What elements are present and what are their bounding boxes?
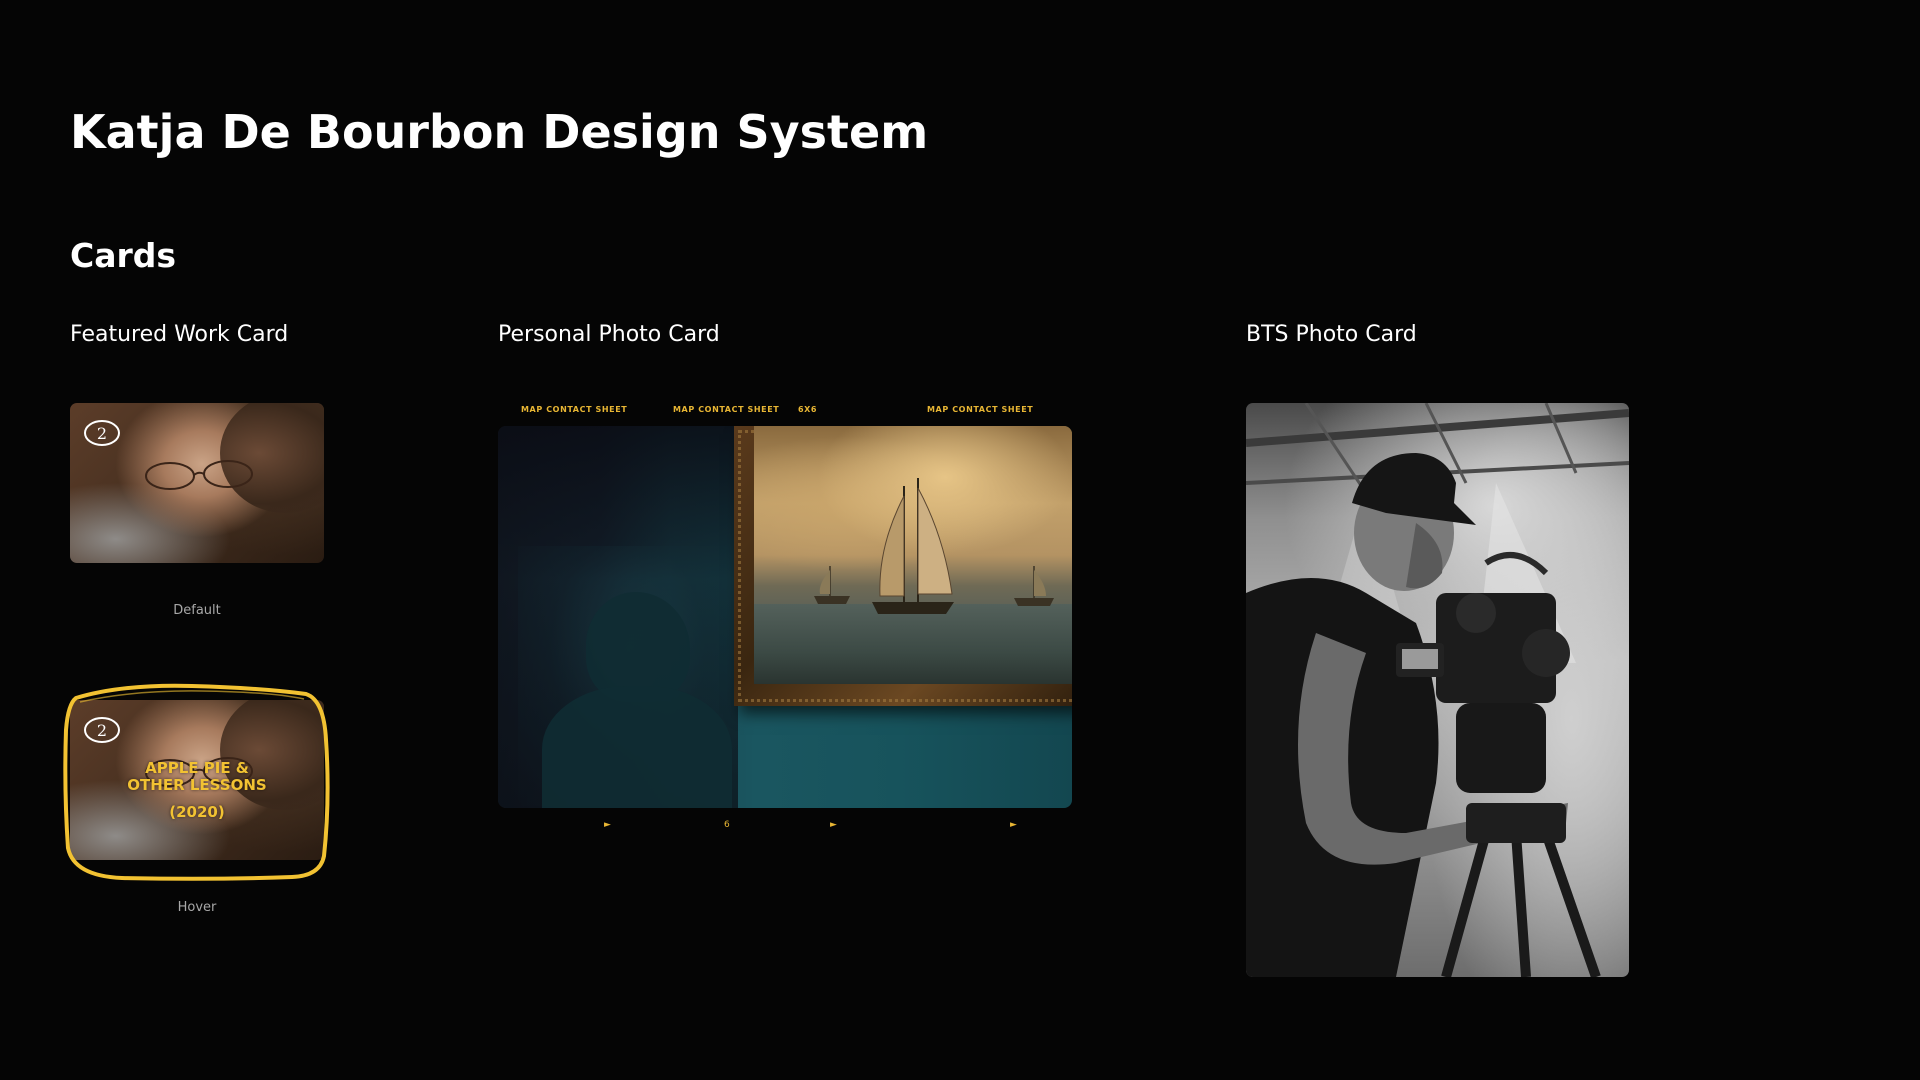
film-arrow-mark-1: ► (604, 820, 611, 830)
section-title-cards: Cards (70, 236, 177, 275)
silhouette-body (542, 686, 732, 808)
film-label-3: MAP CONTACT SHEET (927, 405, 1034, 414)
page-title: Katja De Bourbon Design System (70, 105, 929, 159)
state-label-default: Default (173, 603, 221, 618)
number-badge-icon: 2 (84, 420, 120, 446)
film-label-2: MAP CONTACT SHEET (673, 405, 780, 414)
ship-painting (754, 426, 1072, 684)
film-label-1: MAP CONTACT SHEET (521, 405, 628, 414)
featured-work-card-default[interactable]: 2 (70, 403, 324, 563)
personal-photo-card[interactable] (498, 426, 1072, 808)
column-title-featured-work: Featured Work Card (70, 322, 289, 347)
painting-frame (734, 426, 1072, 706)
ship-icon (814, 478, 1054, 614)
column-title-bts-photo: BTS Photo Card (1246, 322, 1417, 347)
bts-photo-card[interactable] (1246, 403, 1629, 977)
camera-operator-photo (1246, 403, 1629, 977)
column-title-personal-photo: Personal Photo Card (498, 322, 720, 347)
state-label-hover: Hover (177, 900, 217, 915)
film-arrow-mark-3: ► (1010, 820, 1017, 830)
film-frame-number: 6 (724, 820, 730, 830)
film-label-format: 6X6 (798, 405, 818, 414)
svg-text:2: 2 (97, 424, 107, 443)
glasses-shape (145, 460, 253, 490)
hover-outline-frame (63, 683, 330, 881)
thumbnail-hair (220, 403, 324, 513)
film-arrow-mark-2: ► (830, 820, 837, 830)
